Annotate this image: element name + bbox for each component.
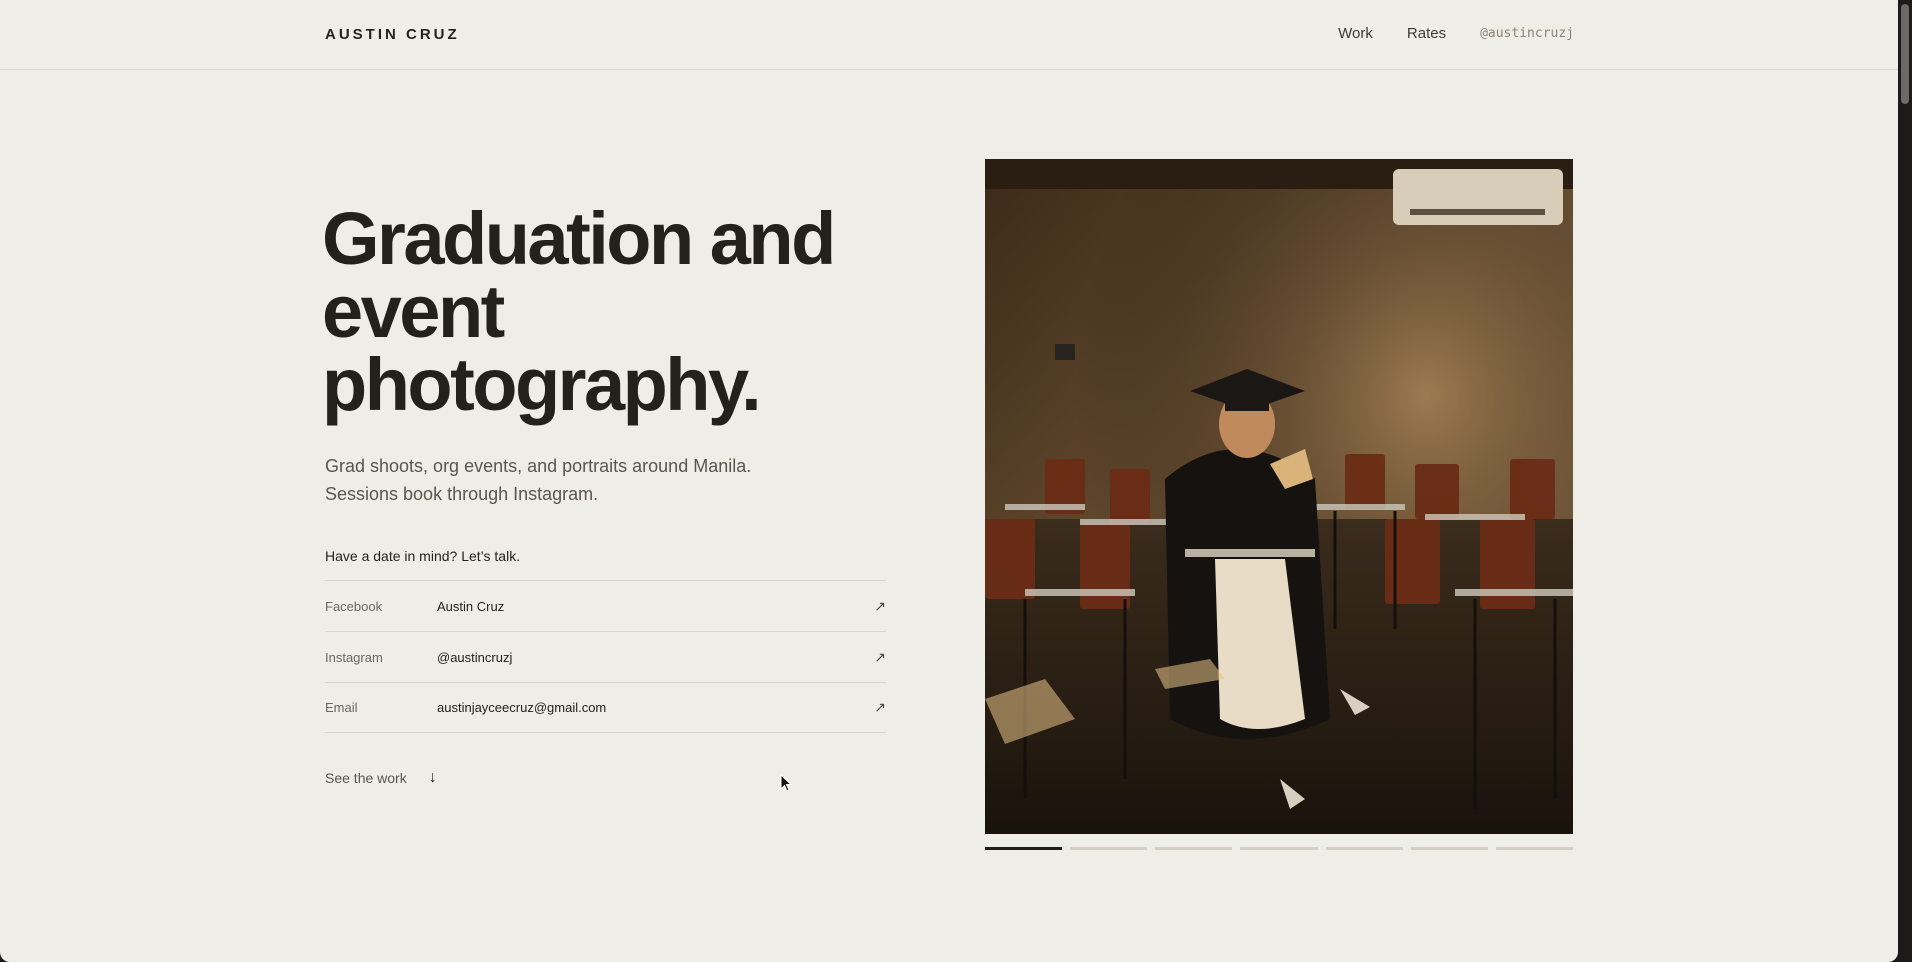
air-conditioner-icon (1393, 169, 1563, 225)
contact-row-instagram[interactable]: Instagram @austincruzj ↗ (325, 631, 886, 682)
page: AUSTIN CRUZ Work Rates @austincruzj Grad… (0, 0, 1898, 962)
scrollbar[interactable] (1898, 0, 1912, 962)
contact-label: Instagram (325, 649, 383, 665)
contact-label: Facebook (325, 598, 383, 614)
external-arrow-icon: ↗ (874, 597, 886, 614)
gallery-dot-3[interactable] (1155, 847, 1233, 850)
contact-cta: Have a date in mind? Let’s talk. (325, 548, 521, 564)
contact-value: austinjayceecruz@gmail.com (437, 700, 607, 715)
contact-row-email[interactable]: Email austinjayceecruz@gmail.com ↗ (325, 682, 886, 733)
nav-work-link[interactable]: Work (1338, 25, 1373, 42)
hero-lede: Grad shoots, org events, and portraits a… (325, 456, 752, 504)
site-header: AUSTIN CRUZ Work Rates @austincruzj (0, 0, 1898, 70)
gallery-indicator (985, 847, 1573, 850)
contact-value: @austincruzj (437, 649, 513, 665)
gallery-dot-4[interactable] (1240, 847, 1318, 850)
gallery-dot-1[interactable] (985, 847, 1063, 850)
nav-instagram-handle[interactable]: @austincruzj (1480, 26, 1574, 41)
contact-label: Email (325, 700, 358, 715)
nav-rates-link[interactable]: Rates (1407, 25, 1446, 42)
see-work-label: See the work (325, 770, 407, 786)
external-arrow-icon: ↗ (874, 648, 886, 665)
external-arrow-icon: ↗ (874, 699, 886, 715)
hero-title: Graduation and event photography. (322, 197, 836, 426)
main-nav: Work Rates @austincruzj (1304, 25, 1574, 42)
contact-list: Facebook Austin Cruz ↗ Instagram @austin… (325, 580, 886, 733)
contact-value: Austin Cruz (437, 598, 505, 614)
mouse-cursor-icon (780, 774, 792, 792)
arrow-down-icon: ↓ (428, 769, 437, 786)
gallery-dot-6[interactable] (1410, 847, 1488, 850)
contact-row-facebook[interactable]: Facebook Austin Cruz ↗ (325, 580, 886, 631)
gallery-dot-2[interactable] (1070, 847, 1148, 850)
gallery-dot-5[interactable] (1325, 847, 1403, 850)
gallery-dot-7[interactable] (1495, 847, 1573, 850)
scroll-thumb[interactable] (1901, 4, 1909, 104)
see-work-link[interactable]: See the work ↓ (325, 769, 437, 787)
hero-photo (985, 159, 1573, 834)
brand-logo[interactable]: AUSTIN CRUZ (325, 26, 460, 43)
